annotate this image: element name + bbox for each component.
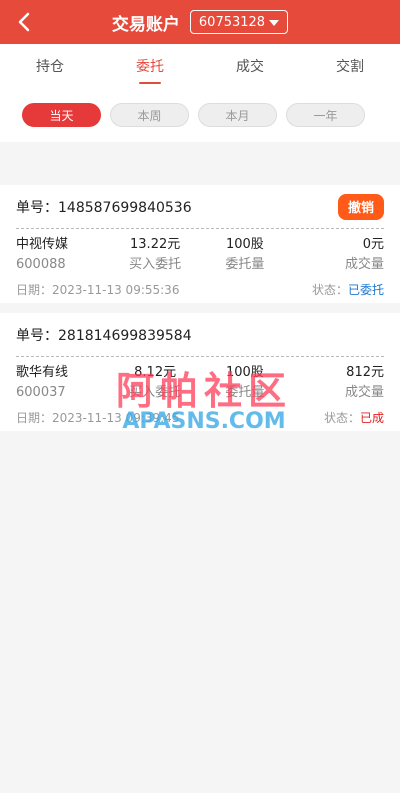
tab-holdings[interactable]: 持仓 — [0, 44, 100, 88]
filter-year[interactable]: 一年 — [286, 103, 365, 127]
order-price: 8.12元 — [134, 365, 177, 380]
deal-amount: 812元 — [346, 365, 384, 380]
tab-deals[interactable]: 成交 — [200, 44, 300, 88]
stock-name: 歌华有线 — [16, 365, 69, 380]
order-date: 日期：2023-11-13 09:55:36 — [16, 282, 180, 297]
tab-bar: 持仓 委托 成交 交割 — [0, 44, 400, 88]
stock-name: 中视传媒 — [16, 237, 69, 252]
stock-code: 600088 — [16, 257, 66, 272]
caret-down-icon — [269, 20, 280, 26]
status-value: 已成 — [359, 410, 384, 425]
order-status: 状态：已委托 — [312, 281, 384, 298]
period-filter: 当天 本周 本月 一年 — [0, 88, 400, 142]
order-list: 单号：148587699840536 撤销 中视传媒 600088 13.22元… — [0, 185, 400, 441]
tab-settlement[interactable]: 交割 — [300, 44, 400, 88]
stock-code: 600037 — [16, 385, 66, 400]
chevron-left-icon — [18, 12, 30, 32]
order-quantity: 100股 — [225, 237, 264, 252]
status-label: 状态： — [323, 410, 360, 425]
order-type: 买入委托 — [129, 257, 182, 272]
order-quantity-label: 委托量 — [225, 257, 265, 272]
order-number: 单号：148587699840536 — [16, 199, 192, 216]
back-button[interactable] — [12, 10, 36, 34]
header-bar: 交易账户 60753128 — [0, 0, 400, 44]
order-status: 状态：已成 — [324, 409, 384, 426]
order-quantity: 100股 — [225, 365, 264, 380]
status-value: 已委托 — [347, 282, 384, 297]
filter-today[interactable]: 当天 — [22, 103, 101, 127]
cancel-order-button[interactable]: 撤销 — [338, 193, 384, 220]
deal-amount: 0元 — [362, 237, 384, 252]
filter-week[interactable]: 本周 — [110, 103, 189, 127]
order-header: 单号：148587699840536 撤销 — [16, 185, 384, 229]
filter-month[interactable]: 本月 — [198, 103, 277, 127]
order-number: 单号：281814699839584 — [16, 327, 192, 344]
deal-amount-label: 成交量 — [344, 385, 384, 400]
account-selector[interactable]: 60753128 — [189, 10, 289, 34]
order-date: 日期：2023-11-13 09:39:45 — [16, 410, 180, 425]
order-details: 歌华有线 600037 8.12元 买入委托 100股 委托量 812元 成交量 — [16, 357, 384, 403]
order-card: 单号：148587699840536 撤销 中视传媒 600088 13.22元… — [0, 185, 400, 303]
order-quantity-label: 委托量 — [225, 385, 265, 400]
order-card: 单号：281814699839584 歌华有线 600037 8.12元 买入委… — [0, 313, 400, 431]
tab-orders[interactable]: 委托 — [100, 44, 200, 88]
order-details: 中视传媒 600088 13.22元 买入委托 100股 委托量 0元 成交量 — [16, 229, 384, 275]
order-footer: 日期：2023-11-13 09:39:45 状态：已成 — [16, 403, 384, 431]
order-header: 单号：281814699839584 — [16, 313, 384, 357]
order-footer: 日期：2023-11-13 09:55:36 状态：已委托 — [16, 275, 384, 303]
account-number: 60753128 — [198, 14, 266, 30]
deal-amount-label: 成交量 — [344, 257, 384, 272]
order-price: 13.22元 — [130, 237, 181, 252]
status-label: 状态： — [311, 282, 348, 297]
page-title: 交易账户 — [111, 14, 180, 35]
order-type: 买入委托 — [129, 385, 182, 400]
